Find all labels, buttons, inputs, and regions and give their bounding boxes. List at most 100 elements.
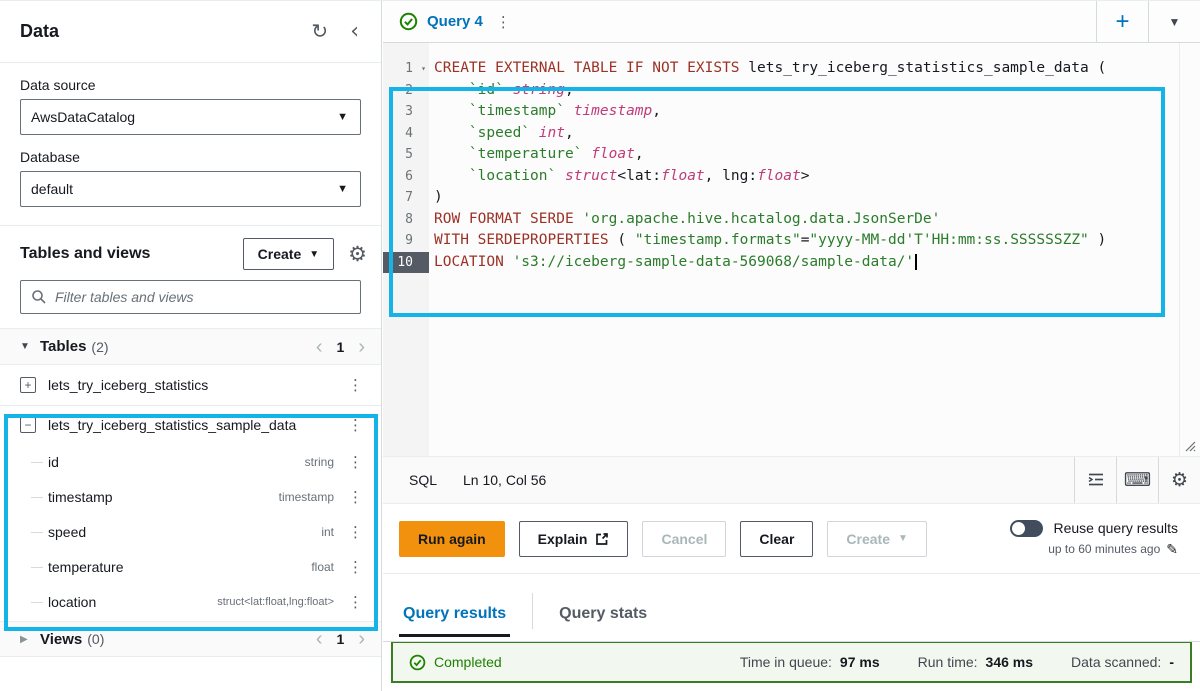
check-circle-icon — [409, 654, 426, 671]
table-column-row[interactable]: idstring⋮ — [0, 444, 381, 479]
table-row-expanded[interactable]: − lets_try_iceberg_statistics_sample_dat… — [0, 406, 381, 444]
code-line[interactable]: `speed` int, — [429, 123, 1180, 145]
kebab-menu-icon[interactable]: ⋮ — [344, 488, 367, 506]
kebab-menu-icon[interactable]: ⋮ — [344, 416, 367, 434]
external-link-icon — [595, 532, 609, 546]
code-line[interactable]: ROW FORMAT SERDE 'org.apache.hive.hcatal… — [429, 209, 1180, 231]
data-source-select[interactable]: AwsDataCatalog ▼ — [20, 99, 361, 135]
code-line[interactable]: ) — [429, 187, 1180, 209]
chevron-down-icon[interactable]: ▼ — [20, 341, 40, 352]
create-query-button[interactable]: Create ▼ — [827, 521, 927, 557]
language-indicator: SQL — [409, 472, 437, 488]
status-completed-label: Completed — [434, 654, 502, 670]
pencil-icon[interactable]: ✎ — [1166, 541, 1178, 558]
code-line[interactable]: `location` struct<lat:float, lng:float> — [429, 166, 1180, 188]
gutter-line-number[interactable]: 8 — [383, 209, 429, 231]
tab-query-stats[interactable]: Query stats — [555, 605, 651, 637]
collapse-panel-icon[interactable]: ‹ — [350, 21, 359, 43]
chevron-right-icon[interactable]: ▶ — [20, 634, 40, 645]
expand-plus-icon[interactable]: + — [20, 377, 36, 393]
gutter-line-number[interactable]: 5 — [383, 144, 429, 166]
editor-code-area[interactable]: CREATE EXTERNAL TABLE IF NOT EXISTS lets… — [429, 43, 1180, 456]
format-query-button[interactable] — [1074, 457, 1116, 503]
expanded-table-block: − lets_try_iceberg_statistics_sample_dat… — [0, 406, 381, 619]
table-columns-list: idstring⋮timestamptimestamp⋮speedint⋮tem… — [0, 444, 381, 619]
table-column-row[interactable]: temperaturefloat⋮ — [0, 549, 381, 584]
athena-query-editor: Data ↻ ‹ Data source AwsDataCatalog ▼ Da… — [0, 0, 1200, 691]
query-tabbar: Query 4 ⋮ + ▼ — [383, 1, 1200, 43]
code-line[interactable]: CREATE EXTERNAL TABLE IF NOT EXISTS lets… — [429, 58, 1180, 80]
keyboard-shortcuts-button[interactable]: ⌨ — [1116, 457, 1158, 503]
page-prev-icon[interactable]: ‹ — [316, 629, 323, 649]
query-tab-label[interactable]: Query 4 — [427, 13, 483, 30]
gutter-line-number[interactable]: 4 — [383, 123, 429, 145]
run-again-button[interactable]: Run again — [399, 521, 505, 557]
refresh-icon[interactable]: ↻ — [311, 19, 328, 44]
filter-tables-input[interactable] — [55, 289, 350, 305]
page-next-icon[interactable]: › — [358, 629, 365, 649]
tab-list-button[interactable]: ▼ — [1148, 1, 1200, 42]
reuse-results-toggle[interactable] — [1010, 520, 1043, 537]
editor-scrollbar-track[interactable] — [1179, 43, 1180, 456]
explain-button[interactable]: Explain — [519, 521, 629, 557]
reuse-results-block: Reuse query results up to 60 minutes ago… — [1010, 520, 1184, 558]
query-tab[interactable]: Query 4 ⋮ — [383, 1, 525, 42]
editor-statusbar: SQL Ln 10, Col 56 ⌨ ⚙ — [383, 456, 1200, 504]
code-line[interactable]: `id` string, — [429, 80, 1180, 102]
sql-editor[interactable]: 1▾2345678910 CREATE EXTERNAL TABLE IF NO… — [383, 43, 1200, 456]
data-panel-header: Data ↻ ‹ — [0, 1, 381, 63]
table-column-row[interactable]: timestamptimestamp⋮ — [0, 479, 381, 514]
tab-kebab-icon[interactable]: ⋮ — [492, 13, 515, 31]
resize-grip-icon[interactable] — [1182, 438, 1196, 452]
chevron-down-icon: ▼ — [1169, 15, 1181, 29]
chevron-down-icon: ▼ — [337, 111, 348, 123]
database-select[interactable]: default ▼ — [20, 171, 361, 207]
tab-query-results[interactable]: Query results — [399, 605, 510, 637]
gutter-line-number[interactable]: 2 — [383, 80, 429, 102]
kebab-menu-icon[interactable]: ⋮ — [344, 558, 367, 576]
clear-button[interactable]: Clear — [740, 521, 813, 557]
table-column-row[interactable]: locationstruct<lat:float,lng:float>⋮ — [0, 584, 381, 619]
time-in-queue-label: Time in queue: — [740, 654, 832, 670]
column-name: speed — [48, 524, 321, 540]
views-group-row[interactable]: ▶ Views (0) ‹ 1 › — [0, 621, 381, 657]
tables-page-number: 1 — [337, 339, 345, 355]
column-name: location — [48, 594, 217, 610]
tables-group-row[interactable]: ▼ Tables (2) ‹ 1 › — [0, 328, 381, 365]
query-editor-main: Query 4 ⋮ + ▼ 1▾2345678910 CREATE EXTERN… — [383, 1, 1200, 691]
code-line[interactable]: `timestamp` timestamp, — [429, 101, 1180, 123]
column-type: timestamp — [279, 490, 334, 504]
page-next-icon[interactable]: › — [358, 337, 365, 357]
kebab-menu-icon[interactable]: ⋮ — [344, 593, 367, 611]
gutter-line-number[interactable]: 3 — [383, 101, 429, 123]
create-button[interactable]: Create ▼ — [243, 238, 335, 270]
column-type: float — [311, 560, 334, 574]
views-page-number: 1 — [337, 631, 345, 647]
gutter-line-number[interactable]: 6 — [383, 166, 429, 188]
code-line[interactable]: LOCATION 's3://iceberg-sample-data-56906… — [429, 252, 1180, 274]
kebab-menu-icon[interactable]: ⋮ — [344, 453, 367, 471]
gutter-line-number[interactable]: 10 — [383, 252, 429, 274]
time-in-queue-value: 97 ms — [840, 654, 880, 670]
gear-icon[interactable]: ⚙ — [348, 244, 367, 265]
kebab-menu-icon[interactable]: ⋮ — [344, 376, 367, 394]
filter-input-box[interactable] — [20, 280, 361, 314]
table-name[interactable]: lets_try_iceberg_statistics — [48, 377, 344, 393]
page-prev-icon[interactable]: ‹ — [316, 337, 323, 357]
gutter-line-number[interactable]: 9 — [383, 230, 429, 252]
code-fold-icon[interactable]: ▾ — [421, 58, 426, 80]
code-line[interactable]: `temperature` float, — [429, 144, 1180, 166]
check-circle-icon — [399, 12, 418, 31]
new-tab-button[interactable]: + — [1096, 1, 1148, 42]
code-line[interactable]: WITH SERDEPROPERTIES ( "timestamp.format… — [429, 230, 1180, 252]
kebab-menu-icon[interactable]: ⋮ — [344, 523, 367, 541]
gutter-line-number[interactable]: 7 — [383, 187, 429, 209]
table-column-row[interactable]: speedint⋮ — [0, 514, 381, 549]
gutter-line-number[interactable]: 1▾ — [383, 58, 429, 80]
editor-settings-button[interactable]: ⚙ — [1158, 457, 1200, 503]
table-name[interactable]: lets_try_iceberg_statistics_sample_data — [48, 417, 344, 433]
table-row[interactable]: + lets_try_iceberg_statistics ⋮ — [0, 365, 381, 406]
cancel-button[interactable]: Cancel — [642, 521, 726, 557]
text-cursor — [915, 254, 917, 270]
collapse-minus-icon[interactable]: − — [20, 417, 36, 433]
